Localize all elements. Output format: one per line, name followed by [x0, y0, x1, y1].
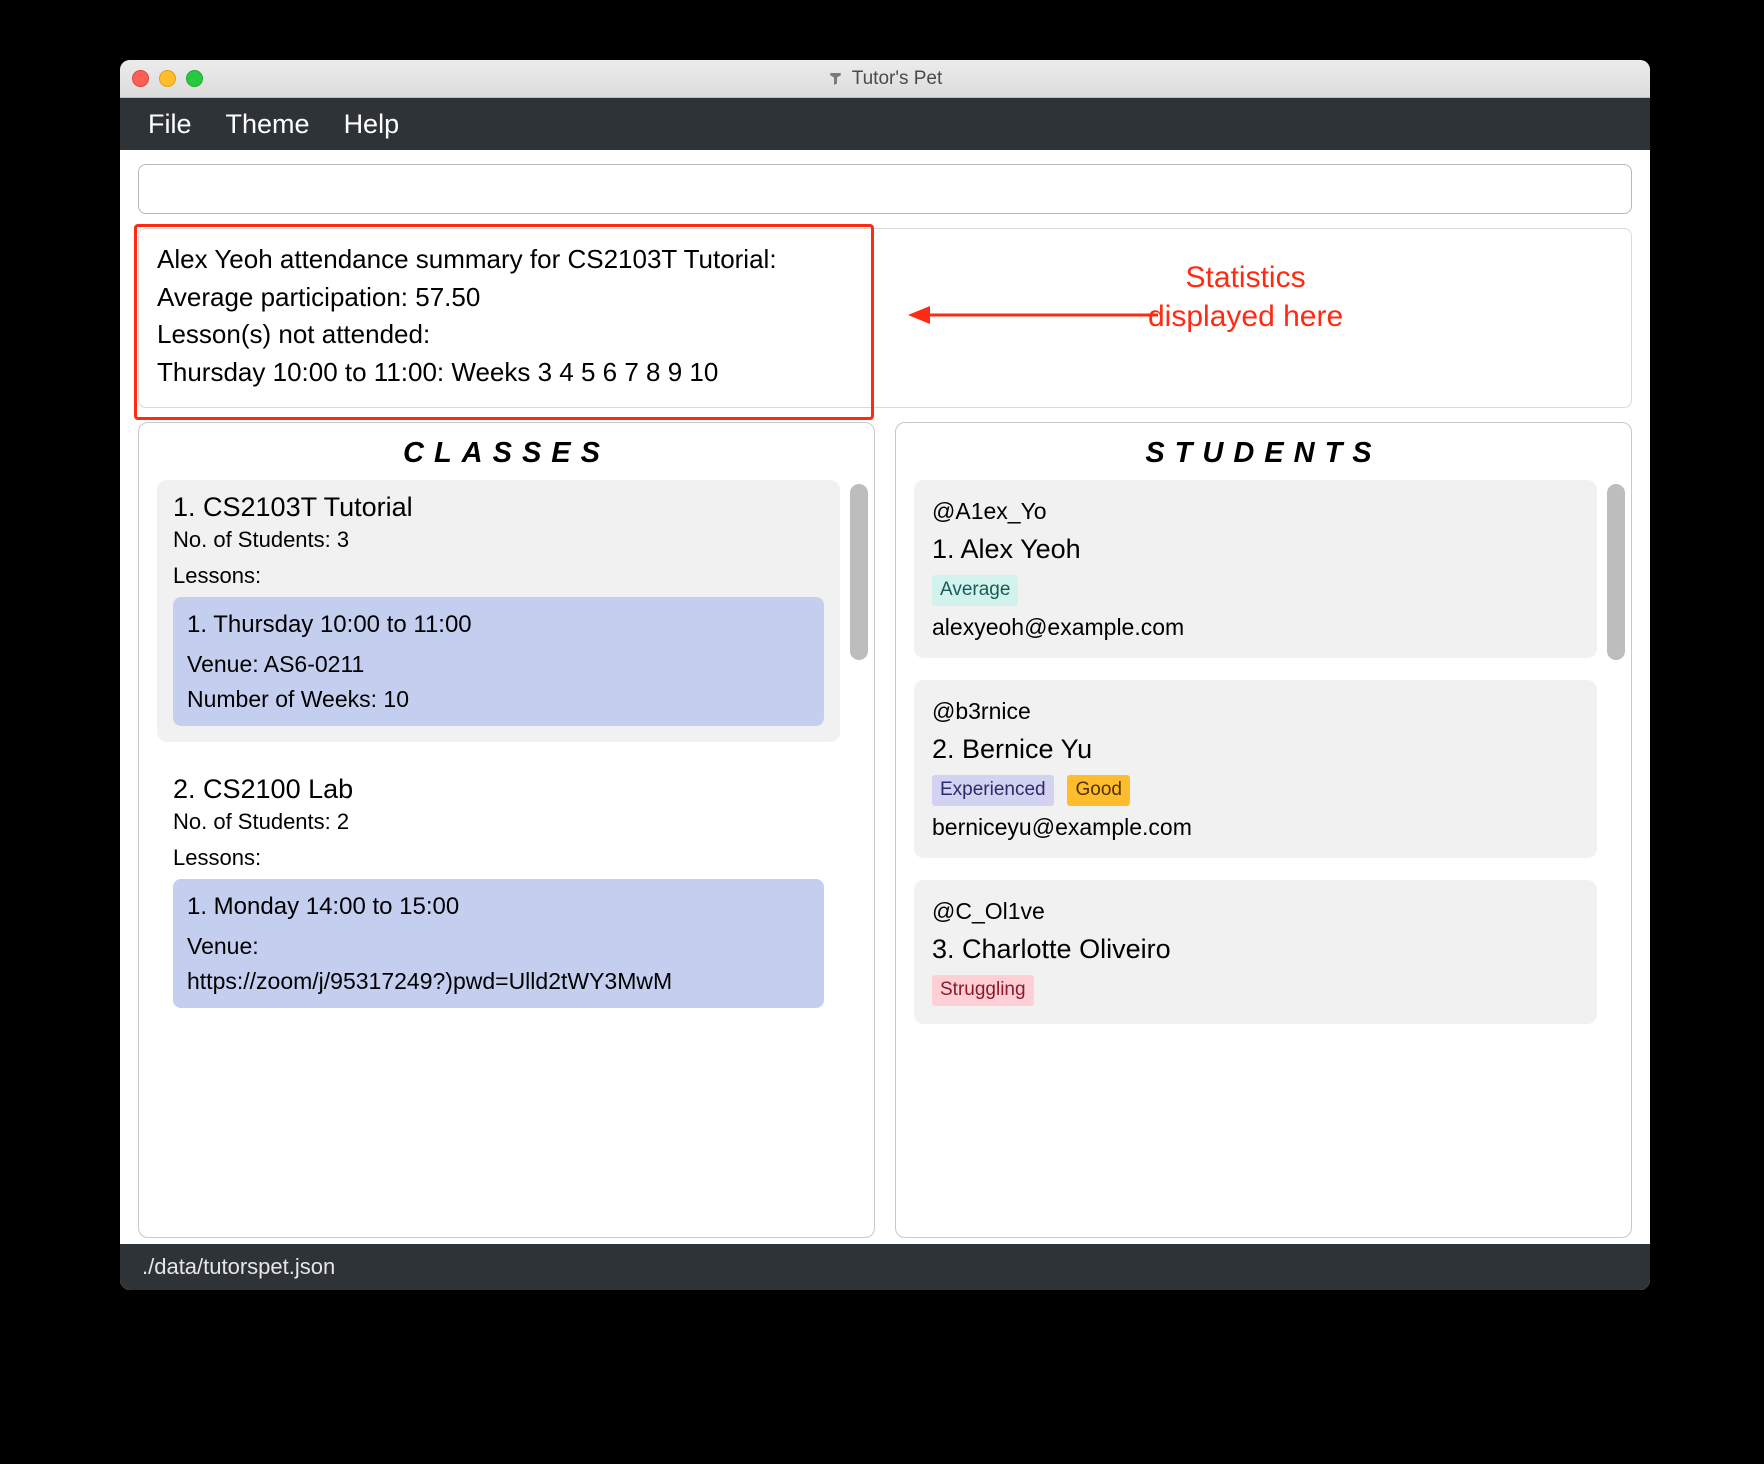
student-tags: Experienced Good — [932, 773, 1579, 806]
lesson-time: 1. Monday 14:00 to 15:00 — [187, 889, 810, 925]
window-title-text: Tutor's Pet — [852, 68, 943, 90]
panels: CLASSES 1. CS2103T Tutorial No. of Stude… — [138, 422, 1632, 1244]
class-title: 1. CS2103T Tutorial — [173, 492, 824, 523]
window-controls — [132, 70, 203, 87]
annotation-text: displayed here — [1148, 297, 1343, 336]
classes-list: 1. CS2103T Tutorial No. of Students: 3 L… — [157, 480, 840, 1237]
students-body: @A1ex_Yo 1. Alex Yeoh Average alexyeoh@e… — [896, 480, 1631, 1237]
tag-average: Average — [932, 575, 1018, 606]
tag-good: Good — [1067, 775, 1129, 806]
annotation-text: Statistics — [1148, 258, 1343, 297]
student-email: alexyeoh@example.com — [932, 610, 1579, 645]
lesson-weeks: Number of Weeks: 10 — [187, 682, 810, 717]
lesson-weeks: https://zoom/j/95317249?)pwd=Ulld2tWY3Mw… — [187, 964, 810, 999]
minimize-icon[interactable] — [159, 70, 176, 87]
menubar: File Theme Help — [120, 98, 1650, 150]
maximize-icon[interactable] — [186, 70, 203, 87]
lesson-card: 1. Monday 14:00 to 15:00 Venue: https://… — [173, 879, 824, 1008]
annotation-label: Statistics displayed here — [1148, 258, 1343, 336]
lesson-time: 1. Thursday 10:00 to 11:00 — [187, 607, 810, 643]
classes-body: 1. CS2103T Tutorial No. of Students: 3 L… — [139, 480, 874, 1237]
student-handle: @C_Ol1ve — [932, 894, 1579, 929]
classes-panel: CLASSES 1. CS2103T Tutorial No. of Stude… — [138, 422, 875, 1238]
result-display: Alex Yeoh attendance summary for CS2103T… — [138, 228, 1632, 408]
student-handle: @b3rnice — [932, 694, 1579, 729]
tag-experienced: Experienced — [932, 775, 1054, 806]
student-name: 1. Alex Yeoh — [932, 529, 1579, 570]
class-title: 2. CS2100 Lab — [173, 774, 824, 805]
window-title: Tutor's Pet — [120, 68, 1650, 90]
lesson-card: 1. Thursday 10:00 to 11:00 Venue: AS6-02… — [173, 597, 824, 726]
scrollbar[interactable] — [1607, 484, 1625, 660]
student-card[interactable]: @b3rnice 2. Bernice Yu Experienced Good … — [914, 680, 1597, 858]
result-line: Thursday 10:00 to 11:00: Weeks 3 4 5 6 7… — [157, 354, 1613, 392]
titlebar: Tutor's Pet — [120, 60, 1650, 98]
lesson-venue: Venue: AS6-0211 — [187, 647, 810, 682]
class-card[interactable]: 1. CS2103T Tutorial No. of Students: 3 L… — [157, 480, 840, 742]
result-line: Lesson(s) not attended: — [157, 316, 1613, 354]
app-icon — [828, 70, 846, 88]
student-card[interactable]: @C_Ol1ve 3. Charlotte Oliveiro Strugglin… — [914, 880, 1597, 1024]
scrollbar[interactable] — [850, 484, 868, 660]
students-panel: STUDENTS @A1ex_Yo 1. Alex Yeoh Average a… — [895, 422, 1632, 1238]
lessons-label: Lessons: — [173, 563, 824, 589]
result-row: Alex Yeoh attendance summary for CS2103T… — [138, 228, 1632, 408]
class-student-count: No. of Students: 2 — [173, 809, 824, 835]
student-handle: @A1ex_Yo — [932, 494, 1579, 529]
class-card[interactable]: 2. CS2100 Lab No. of Students: 2 Lessons… — [157, 762, 840, 1024]
app-window: Tutor's Pet File Theme Help Alex Yeoh at… — [120, 60, 1650, 1290]
lesson-venue: Venue: — [187, 929, 810, 964]
class-student-count: No. of Students: 3 — [173, 527, 824, 553]
student-tags: Average — [932, 573, 1579, 606]
status-path: ./data/tutorspet.json — [142, 1254, 335, 1280]
lessons-label: Lessons: — [173, 845, 824, 871]
close-icon[interactable] — [132, 70, 149, 87]
classes-title: CLASSES — [139, 423, 874, 480]
result-line: Alex Yeoh attendance summary for CS2103T… — [157, 241, 1613, 279]
result-line: Average participation: 57.50 — [157, 279, 1613, 317]
tag-struggling: Struggling — [932, 975, 1034, 1006]
menu-theme[interactable]: Theme — [226, 109, 310, 140]
student-name: 3. Charlotte Oliveiro — [932, 929, 1579, 970]
students-title: STUDENTS — [896, 423, 1631, 480]
student-tags: Struggling — [932, 973, 1579, 1006]
student-card[interactable]: @A1ex_Yo 1. Alex Yeoh Average alexyeoh@e… — [914, 480, 1597, 658]
command-input[interactable] — [138, 164, 1632, 214]
students-list: @A1ex_Yo 1. Alex Yeoh Average alexyeoh@e… — [914, 480, 1597, 1237]
menu-help[interactable]: Help — [344, 109, 400, 140]
menu-file[interactable]: File — [148, 109, 192, 140]
student-name: 2. Bernice Yu — [932, 729, 1579, 770]
content-area: Alex Yeoh attendance summary for CS2103T… — [120, 150, 1650, 1244]
student-email: berniceyu@example.com — [932, 810, 1579, 845]
statusbar: ./data/tutorspet.json — [120, 1244, 1650, 1290]
